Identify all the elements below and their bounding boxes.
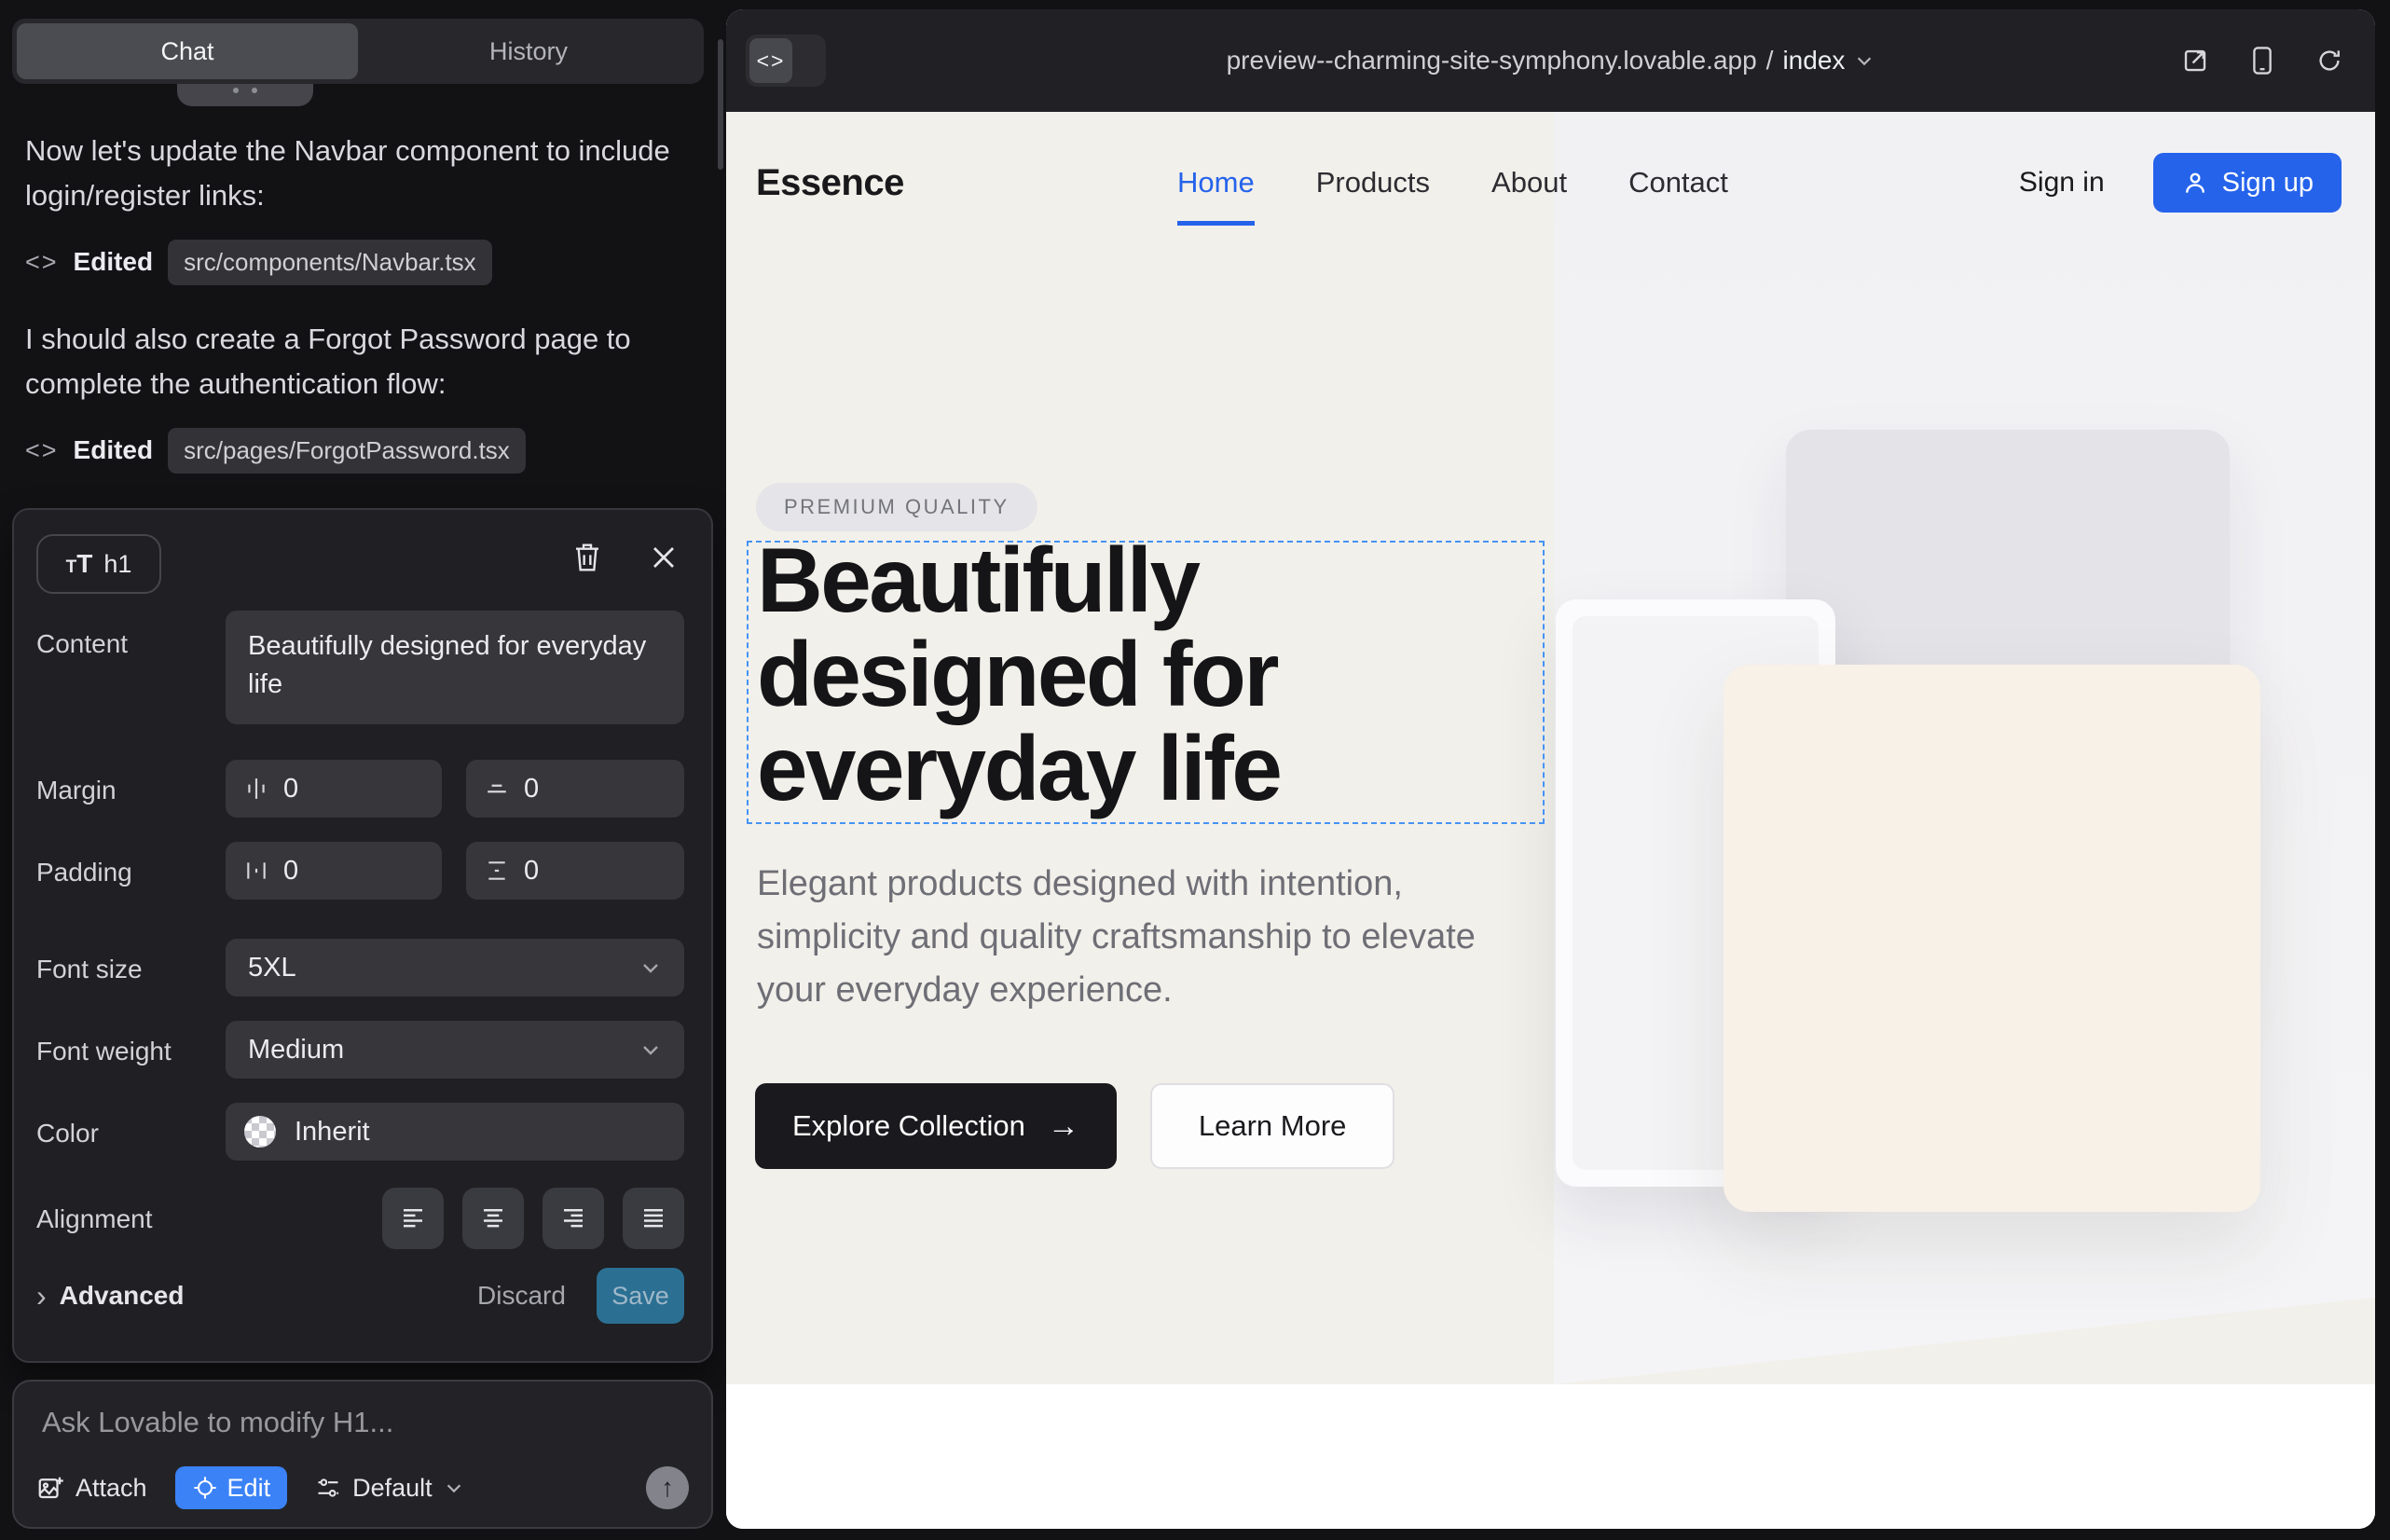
chevron-down-icon bbox=[639, 1038, 662, 1061]
send-button[interactable]: ↑ bbox=[646, 1466, 689, 1509]
open-in-new-tab-button[interactable] bbox=[2176, 41, 2215, 80]
decor-card-cream bbox=[1724, 665, 2260, 1212]
refresh-button[interactable] bbox=[2310, 41, 2349, 80]
premium-quality-badge: PREMIUM QUALITY bbox=[756, 483, 1037, 531]
advanced-toggle[interactable]: › Advanced bbox=[36, 1268, 184, 1324]
chat-history-tabbar: Chat History bbox=[12, 19, 704, 84]
tab-history[interactable]: History bbox=[358, 23, 699, 79]
auth-group: Sign in Sign up bbox=[2019, 131, 2342, 235]
scrolled-message-pill[interactable] bbox=[177, 84, 313, 106]
code-icon: <> bbox=[25, 248, 59, 277]
align-justify-button[interactable] bbox=[623, 1188, 684, 1249]
site-navbar: Essence Home Products About Contact Sign… bbox=[756, 131, 2342, 235]
chevron-down-icon bbox=[1854, 50, 1875, 71]
align-right-button[interactable] bbox=[543, 1188, 604, 1249]
sign-in-link[interactable]: Sign in bbox=[2019, 167, 2105, 199]
code-icon: <> bbox=[25, 436, 59, 465]
alignment-label: Alignment bbox=[36, 1204, 153, 1234]
tab-chat[interactable]: Chat bbox=[17, 23, 358, 79]
hero-cta-row: Explore Collection → Learn More bbox=[755, 1083, 1394, 1169]
url-separator: / bbox=[1766, 46, 1774, 76]
preview-window: <> preview--charming-site-symphony.lovab… bbox=[726, 9, 2375, 1529]
edit-mode-button[interactable]: Edit bbox=[175, 1466, 288, 1509]
attach-image-icon bbox=[36, 1474, 64, 1502]
margin-label: Margin bbox=[36, 776, 117, 805]
chevron-right-icon: › bbox=[36, 1279, 47, 1313]
nav-link-products[interactable]: Products bbox=[1316, 166, 1430, 199]
font-size-select[interactable]: 5XL bbox=[226, 939, 684, 997]
color-select[interactable]: Inherit bbox=[226, 1103, 684, 1161]
margin-x-input[interactable]: 0 bbox=[226, 760, 442, 818]
assistant-message: Now let's update the Navbar component to… bbox=[25, 129, 678, 218]
alignment-group bbox=[382, 1188, 684, 1249]
edited-file-row: <> Edited src/pages/ForgotPassword.tsx bbox=[25, 427, 526, 474]
chat-composer: Ask Lovable to modify H1... Attach Edit bbox=[12, 1380, 713, 1529]
chevron-down-icon bbox=[639, 956, 662, 979]
chat-scrollbar[interactable] bbox=[718, 39, 723, 170]
margin-y-input[interactable]: 0 bbox=[466, 760, 684, 818]
content-label: Content bbox=[36, 629, 128, 659]
padding-y-icon bbox=[485, 859, 509, 883]
hero-paragraph: Elegant products designed with intention… bbox=[757, 858, 1521, 1017]
url-host: preview--charming-site-symphony.lovable.… bbox=[1227, 46, 1757, 76]
edited-file-chip[interactable]: src/components/Navbar.tsx bbox=[168, 240, 492, 285]
target-icon bbox=[192, 1475, 218, 1501]
site-canvas: Essence Home Products About Contact Sign… bbox=[726, 112, 2375, 1529]
nav-link-home[interactable]: Home bbox=[1177, 166, 1255, 199]
color-label: Color bbox=[36, 1119, 99, 1148]
sign-up-button[interactable]: Sign up bbox=[2153, 153, 2342, 213]
hero-heading[interactable]: Beautifully designed for everyday life bbox=[757, 533, 1521, 816]
lovable-app: Chat History Now let's update the Navbar… bbox=[0, 0, 2390, 1540]
type-icon: TT bbox=[66, 549, 95, 579]
font-size-label: Font size bbox=[36, 955, 143, 984]
padding-x-input[interactable]: 0 bbox=[226, 842, 442, 900]
mobile-view-button[interactable] bbox=[2243, 41, 2282, 80]
learn-more-button[interactable]: Learn More bbox=[1150, 1083, 1395, 1169]
arrow-right-icon: → bbox=[1048, 1108, 1079, 1145]
padding-label: Padding bbox=[36, 858, 132, 887]
composer-input[interactable]: Ask Lovable to modify H1... bbox=[42, 1406, 393, 1439]
padding-x-icon bbox=[244, 859, 268, 883]
url-bar[interactable]: preview--charming-site-symphony.lovable.… bbox=[726, 9, 2375, 112]
nav-link-contact[interactable]: Contact bbox=[1628, 166, 1728, 199]
assistant-message: I should also create a Forgot Password p… bbox=[25, 317, 678, 406]
color-swatch bbox=[244, 1116, 276, 1148]
margin-y-icon bbox=[485, 777, 509, 801]
explore-collection-button[interactable]: Explore Collection → bbox=[755, 1083, 1117, 1169]
browser-toolbar: <> preview--charming-site-symphony.lovab… bbox=[726, 9, 2375, 112]
next-section-background bbox=[726, 1384, 2375, 1529]
edited-file-row: <> Edited src/components/Navbar.tsx bbox=[25, 239, 492, 285]
padding-y-input[interactable]: 0 bbox=[466, 842, 684, 900]
site-logo[interactable]: Essence bbox=[756, 131, 904, 235]
edited-file-chip[interactable]: src/pages/ForgotPassword.tsx bbox=[168, 428, 526, 474]
sliders-icon bbox=[315, 1475, 341, 1501]
edited-label: Edited bbox=[74, 247, 154, 277]
discard-button[interactable]: Discard bbox=[477, 1268, 566, 1324]
selected-element-tag: TT h1 bbox=[36, 534, 161, 594]
url-page: index bbox=[1782, 46, 1845, 76]
content-input[interactable]: Beautifully designed for everyday life bbox=[226, 611, 684, 724]
nav-link-about[interactable]: About bbox=[1491, 166, 1567, 199]
font-weight-label: Font weight bbox=[36, 1037, 172, 1066]
edited-label: Edited bbox=[74, 435, 154, 465]
element-editor-panel: TT h1 Content Beautifully designed for e… bbox=[12, 508, 713, 1363]
margin-x-icon bbox=[244, 777, 268, 801]
attach-button[interactable]: Attach bbox=[36, 1474, 147, 1503]
delete-element-button[interactable] bbox=[568, 538, 607, 577]
model-default-select[interactable]: Default bbox=[315, 1474, 464, 1503]
close-editor-button[interactable] bbox=[644, 538, 683, 577]
save-button[interactable]: Save bbox=[597, 1268, 684, 1324]
align-center-button[interactable] bbox=[462, 1188, 524, 1249]
chevron-down-icon bbox=[444, 1478, 464, 1498]
font-weight-select[interactable]: Medium bbox=[226, 1021, 684, 1079]
align-left-button[interactable] bbox=[382, 1188, 444, 1249]
user-icon bbox=[2181, 169, 2209, 197]
nav-links: Home Products About Contact bbox=[1177, 131, 1728, 235]
